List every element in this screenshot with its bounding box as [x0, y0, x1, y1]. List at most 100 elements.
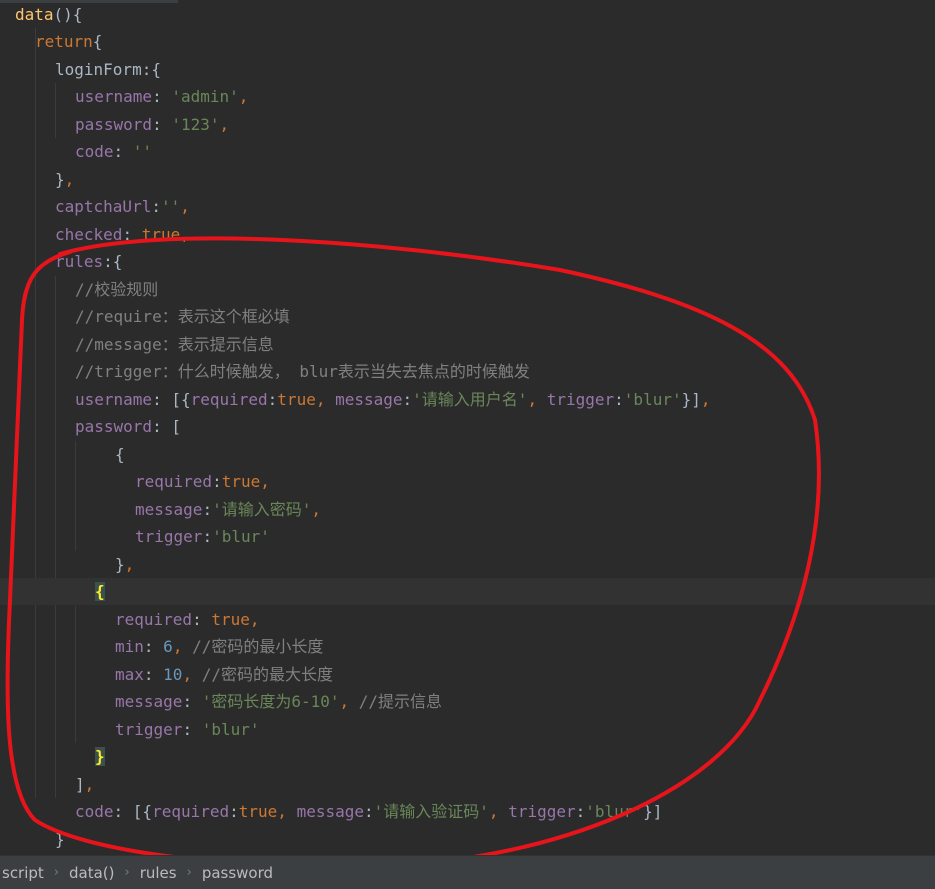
code-token: ,	[182, 664, 202, 684]
breadcrumb-item[interactable]: script	[0, 864, 48, 882]
code-editor[interactable]: data(){return{loginForm:{username: 'admi…	[0, 0, 935, 855]
code-token: :	[192, 609, 212, 629]
code-token: required	[190, 389, 268, 409]
code-token: :	[143, 664, 164, 684]
code-token: password	[75, 114, 153, 134]
code-token: {	[115, 444, 125, 464]
code-token: true	[211, 609, 250, 629]
code-token: true	[221, 472, 261, 491]
breadcrumb-item[interactable]: rules	[136, 864, 181, 882]
code-line[interactable]: message: '密码长度为6-10', //提示信息	[0, 688, 935, 715]
code-token: '请输入验证码'	[373, 802, 489, 821]
code-token: :	[402, 389, 413, 409]
code-token: ]	[75, 774, 85, 794]
code-token: :	[122, 224, 142, 244]
breadcrumb-item[interactable]: password	[198, 864, 277, 882]
code-token: :	[152, 114, 172, 134]
code-token: true	[238, 802, 278, 821]
code-token: 10	[163, 664, 183, 684]
code-token: //trigger：什么时候触发， blur表示当失去焦点的时候触发	[75, 362, 530, 381]
code-token: :	[143, 637, 164, 656]
code-token: loginForm:{	[55, 59, 161, 79]
code-token: username	[75, 389, 153, 409]
code-line[interactable]: checked: true,	[0, 221, 935, 248]
code-token: 'admin'	[171, 87, 239, 106]
code-token: {	[92, 32, 103, 51]
code-token: ,	[260, 472, 270, 491]
code-line[interactable]: password: '123',	[0, 111, 935, 138]
code-line[interactable]: ],	[0, 771, 935, 798]
code-token: //message：表示提示信息	[75, 334, 274, 354]
code-token: :{	[103, 252, 123, 271]
code-line[interactable]: username: 'admin',	[0, 83, 935, 110]
code-token: :	[364, 802, 374, 821]
code-line[interactable]: max: 10, //密码的最大长度	[0, 661, 935, 688]
code-token: :	[202, 499, 213, 519]
code-token: ,	[700, 389, 711, 409]
code-token: : [	[152, 417, 181, 436]
code-line[interactable]: required:true,	[0, 468, 935, 495]
code-token: }]	[681, 389, 701, 409]
code-token: (){	[53, 4, 83, 24]
code-token: //require：表示这个框必填	[75, 307, 290, 326]
code-line[interactable]: },	[0, 166, 935, 193]
code-token: ,	[172, 637, 193, 656]
chevron-right-icon: ›	[124, 865, 130, 880]
code-line[interactable]: //message：表示提示信息	[0, 331, 935, 358]
code-line[interactable]: }	[0, 743, 935, 770]
code-token: ,	[527, 389, 547, 409]
code-token: trigger	[546, 389, 615, 409]
code-line[interactable]: trigger: 'blur'	[0, 716, 935, 743]
code-line[interactable]: //trigger：什么时候触发， blur表示当失去焦点的时候触发	[0, 358, 935, 385]
code-token: ,	[124, 554, 135, 574]
code-token: required	[152, 802, 230, 821]
code-line[interactable]: loginForm:{	[0, 56, 935, 83]
code-token: message	[335, 389, 403, 409]
code-token: ,	[64, 169, 75, 189]
code-token: 'blur'	[623, 389, 682, 409]
code-token: password	[75, 417, 153, 436]
code-line[interactable]: min: 6, //密码的最小长度	[0, 633, 935, 660]
code-line[interactable]: {	[0, 578, 935, 605]
code-line[interactable]: code: ''	[0, 138, 935, 165]
code-line[interactable]: username: [{required:true, message:'请输入用…	[0, 386, 935, 413]
code-line[interactable]: {	[0, 441, 935, 468]
code-token: : [{	[113, 802, 153, 821]
code-line[interactable]: //校验规则	[0, 276, 935, 303]
code-token: data	[15, 4, 54, 24]
code-line[interactable]: password: [	[0, 413, 935, 440]
code-line[interactable]: code: [{required:true, message:'请输入验证码',…	[0, 798, 935, 825]
code-line[interactable]: },	[0, 551, 935, 578]
code-line[interactable]: data(){	[0, 1, 935, 28]
code-line[interactable]: return{	[0, 28, 935, 55]
code-token: //校验规则	[75, 279, 159, 299]
code-token: username	[75, 87, 153, 106]
code-line[interactable]: rules:{	[0, 248, 935, 275]
code-token: }	[55, 169, 65, 189]
code-line[interactable]: //require：表示这个框必填	[0, 303, 935, 330]
code-token: :	[182, 719, 202, 739]
code-token: rules	[55, 252, 104, 271]
code-token: code	[75, 142, 114, 161]
code-token: ''	[132, 142, 153, 161]
code-line[interactable]: required: true,	[0, 606, 935, 633]
code-token: :	[212, 472, 222, 491]
code-token: :	[151, 197, 161, 216]
code-line[interactable]: }	[0, 826, 935, 853]
code-token: '请输入用户名'	[412, 389, 528, 409]
code-token: trigger	[115, 719, 183, 739]
code-token: :	[229, 802, 239, 821]
code-token: max	[115, 664, 144, 684]
code-token: ''	[160, 197, 181, 216]
code-token: }	[95, 747, 105, 766]
code-token: :	[182, 692, 202, 711]
code-line[interactable]: trigger:'blur'	[0, 523, 935, 550]
code-token: ,	[311, 499, 321, 519]
code-line[interactable]: captchaUrl:'',	[0, 193, 935, 220]
code-token: message	[115, 692, 183, 711]
code-token: }	[115, 554, 125, 574]
code-line[interactable]: message:'请输入密码',	[0, 496, 935, 523]
chevron-right-icon: ›	[186, 865, 192, 880]
breadcrumb-item[interactable]: data()	[65, 864, 119, 882]
code-token: :	[575, 802, 586, 821]
